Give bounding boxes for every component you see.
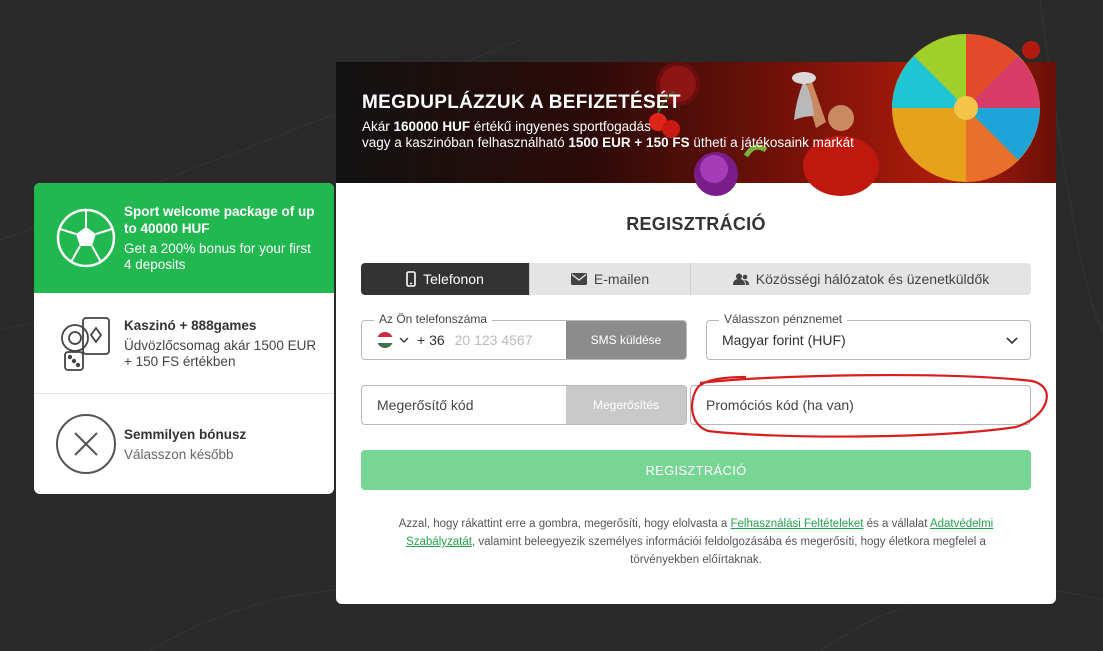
send-sms-button[interactable]: SMS küldése bbox=[566, 321, 686, 359]
registration-card: MEGDUPLÁZZUK A BEFIZETÉSÉT Akár 160000 H… bbox=[336, 34, 1056, 604]
banner-text-line-2: vagy a kaszinóban felhasználható 1500 EU… bbox=[362, 135, 854, 150]
legal-notice: Azzal, hogy rákattint erre a gombra, meg… bbox=[398, 518, 994, 566]
verification-code-field: Megerősítés bbox=[361, 385, 687, 425]
verification-code-input[interactable] bbox=[377, 397, 557, 413]
tab-phone[interactable]: Telefonon bbox=[361, 263, 530, 295]
chevron-down-icon bbox=[1006, 336, 1018, 344]
chevron-down-icon[interactable] bbox=[399, 337, 409, 343]
tab-label: Telefonon bbox=[423, 271, 484, 287]
registration-method-tabs: Telefonon E-mailen Közösségi hálózatok é… bbox=[361, 263, 1031, 295]
page-title: REGISZTRÁCIÓ bbox=[626, 214, 766, 234]
bonus-option-casino[interactable]: Kaszinó + 888games Üdvözlőcsomag akár 15… bbox=[34, 293, 334, 394]
confirm-code-button[interactable]: Megerősítés bbox=[566, 386, 686, 424]
users-icon bbox=[732, 273, 749, 285]
bonus-description: Üdvözlőcsomag akár 1500 EUR + 150 FS ért… bbox=[124, 337, 317, 369]
close-circle-icon bbox=[54, 412, 118, 476]
bonus-selection-panel: Sport welcome package of up to 40000 HUF… bbox=[34, 183, 334, 494]
tab-label: E-mailen bbox=[593, 271, 650, 287]
register-button[interactable]: REGISZTRÁCIÓ bbox=[361, 450, 1031, 490]
bonus-description: Get a 200% bonus for your first 4 deposi… bbox=[124, 241, 311, 272]
country-code: + 36 bbox=[417, 332, 445, 348]
phone-field-label: Az Ön telefonszáma bbox=[374, 312, 493, 326]
soccer-ball-icon bbox=[54, 206, 118, 270]
bonus-option-sport[interactable]: Sport welcome package of up to 40000 HUF… bbox=[34, 183, 334, 293]
promo-banner: MEGDUPLÁZZUK A BEFIZETÉSÉT Akár 160000 H… bbox=[336, 34, 1056, 196]
casino-chips-cards-icon bbox=[54, 311, 118, 375]
bonus-title: Kaszinó + 888games bbox=[124, 317, 257, 333]
banner-title: MEGDUPLÁZZUK A BEFIZETÉSÉT bbox=[362, 92, 681, 113]
promo-code-input[interactable] bbox=[706, 397, 1006, 413]
hungary-flag-icon[interactable] bbox=[377, 332, 393, 348]
promo-code-field bbox=[690, 385, 1031, 425]
banner-artwork bbox=[649, 34, 1040, 196]
currency-value: Magyar forint (HUF) bbox=[722, 332, 846, 348]
phone-icon bbox=[406, 271, 416, 287]
terms-link[interactable]: Felhasználási Feltételeket bbox=[731, 518, 864, 530]
phone-field: Az Ön telefonszáma + 36 SMS küldése bbox=[361, 312, 687, 360]
bonus-title: Sport welcome package of up to 40000 HUF bbox=[124, 204, 315, 236]
currency-field-label: Válasszon pénznemet bbox=[719, 312, 848, 326]
bonus-option-none[interactable]: Semmilyen bónusz Válasszon később bbox=[34, 394, 334, 494]
banner-text-line-1: Akár 160000 HUF értékű ingyenes sportfog… bbox=[362, 119, 651, 134]
tab-label: Közösségi hálózatok és üzenetküldők bbox=[755, 271, 990, 287]
phone-input[interactable] bbox=[454, 332, 565, 348]
bonus-title: Semmilyen bónusz bbox=[124, 426, 247, 442]
tab-social-networks[interactable]: Közösségi hálózatok és üzenetküldők bbox=[691, 263, 1031, 295]
envelope-icon bbox=[570, 273, 587, 285]
bonus-description: Válasszon később bbox=[124, 446, 234, 462]
tab-email[interactable]: E-mailen bbox=[530, 263, 691, 295]
currency-select[interactable]: Válasszon pénznemet Magyar forint (HUF) bbox=[706, 312, 1031, 360]
